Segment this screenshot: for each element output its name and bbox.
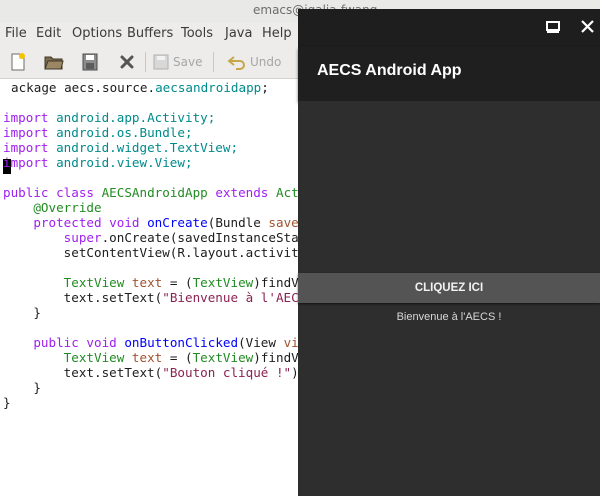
emulator-frame	[298, 9, 600, 47]
line-12: setContentView(R.layout.activity_main);	[63, 245, 300, 260]
save-file-button[interactable]	[80, 51, 100, 73]
line-14: TextView text = (TextView)findViewById(R…	[3, 275, 300, 290]
android-emulator: AECS Android App CLIQUEZ ICI Bienvenue à…	[298, 9, 600, 496]
line-16: }	[3, 305, 41, 320]
toolbar-separator	[145, 52, 146, 72]
close-buffer-button[interactable]	[117, 51, 137, 73]
line-11: super.onCreate(savedInstanceState);	[3, 230, 300, 245]
save-label: Save	[173, 55, 203, 69]
line-9: @Override	[3, 200, 102, 215]
save-disk-icon	[82, 53, 98, 71]
line-10: protected void onCreate(Bundle savedInst…	[3, 215, 300, 230]
menu-tools[interactable]: Tools	[181, 26, 213, 41]
close-button[interactable]	[581, 20, 594, 36]
save-button[interactable]: Save	[152, 51, 202, 73]
line-5: import android.widget.TextView;	[3, 140, 239, 155]
app-bar: AECS Android App	[298, 47, 600, 101]
undo-arrow-icon	[227, 56, 245, 70]
line-21: }	[3, 380, 41, 395]
java-source: ackage aecs.source.aecsandroidapp; impor…	[3, 80, 300, 410]
app-title: AECS Android App	[317, 62, 462, 79]
app-content: CLIQUEZ ICI Bienvenue à l'AECS !	[298, 101, 600, 496]
menu-help[interactable]: Help	[262, 26, 292, 41]
new-file-icon	[11, 53, 25, 71]
line-4: import android.os.Bundle;	[3, 125, 193, 140]
open-file-button[interactable]	[43, 51, 65, 73]
folder-open-icon	[44, 56, 64, 70]
close-x-icon	[120, 55, 134, 69]
code-editor[interactable]: ackage aecs.source.aecsandroidapp; impor…	[0, 79, 300, 496]
minimize-icon	[546, 21, 560, 33]
toolbar-separator	[213, 52, 214, 72]
save-icon	[153, 54, 169, 70]
line-19: TextView text = (TextView)findViewById(R…	[3, 350, 300, 365]
line-15: text.setText("Bienvenue à l'AECS !");	[3, 290, 300, 305]
menu-file[interactable]: File	[5, 26, 27, 41]
new-file-button[interactable]	[8, 51, 28, 73]
cliquez-ici-button[interactable]: CLIQUEZ ICI	[298, 273, 600, 303]
menu-options[interactable]: Options	[72, 26, 122, 41]
undo-button[interactable]: Undo	[227, 51, 281, 73]
undo-label: Undo	[250, 55, 282, 69]
line-3: import android.app.Activity;	[3, 110, 216, 125]
menu-buffers[interactable]: Buffers	[127, 26, 173, 41]
line-20: text.setText("Bouton cliqué !");	[3, 365, 300, 380]
menu-java[interactable]: Java	[225, 26, 252, 41]
minimize-button[interactable]	[546, 20, 560, 37]
line-22: }	[3, 395, 11, 410]
menu-edit[interactable]: Edit	[36, 26, 61, 41]
line-6: import android.view.View;	[3, 155, 193, 170]
line-8: public class AECSAndroidApp extends Acti…	[3, 185, 300, 200]
line-1: ackage aecs.source.aecsandroidapp;	[11, 80, 269, 95]
message-text: Bienvenue à l'AECS !	[396, 311, 502, 323]
line-18: public void onButtonClicked(View view) {	[3, 335, 300, 350]
close-icon	[581, 20, 594, 33]
